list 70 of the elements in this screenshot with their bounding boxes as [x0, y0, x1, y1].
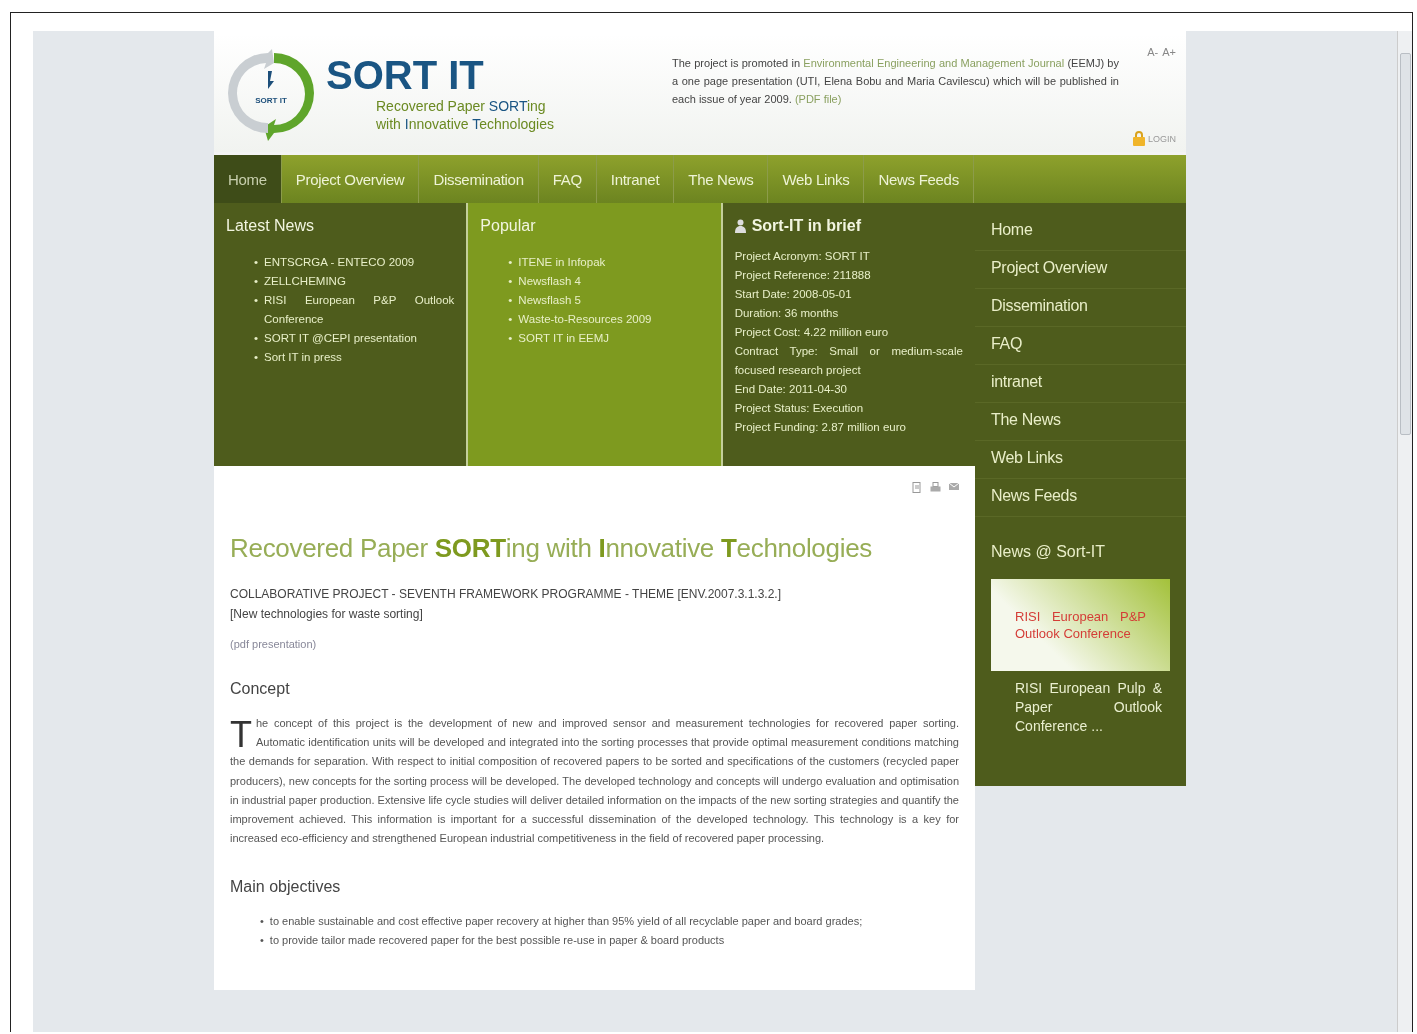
list-bullet: •: [254, 255, 259, 270]
sidebar-link[interactable]: Project Overview: [975, 251, 1186, 289]
list-bullet: •: [254, 350, 259, 365]
list-bullet: •: [260, 914, 264, 930]
panel-title: Popular: [480, 217, 537, 235]
popular-link[interactable]: SORT IT in EEMJ: [518, 329, 709, 348]
article-subtitle: [New technologies for waste sorting]: [230, 606, 424, 623]
brief-line: Start Date: 2008-05-01: [734, 287, 853, 302]
brief-line: Project Status: Execution: [734, 401, 865, 416]
panel-title: Sort-IT in brief: [751, 217, 861, 235]
sidebar-link[interactable]: Web Links: [975, 441, 1186, 479]
brief-line: Project Reference: 211888: [734, 268, 872, 283]
padlock-icon: [1133, 131, 1145, 146]
popular-link[interactable]: ITENE in Infopak: [518, 253, 709, 272]
sidebar-link[interactable]: intranet: [975, 365, 1186, 403]
list-bullet: •: [254, 293, 259, 308]
list-bullet: •: [254, 331, 259, 346]
news-link[interactable]: SORT IT @CEPI presentation: [264, 329, 455, 348]
font-size-button[interactable]: A+: [1162, 46, 1176, 58]
font-size-button[interactable]: A-: [1147, 46, 1159, 58]
pdf-link[interactable]: (pdf presentation): [230, 638, 959, 650]
news-link[interactable]: ENTSCRGA - ENTECO 2009: [264, 253, 455, 272]
brief-line: Project Cost: 4.22 million euro: [734, 325, 890, 340]
tagline: with Innovative Technologies: [376, 115, 555, 133]
section-heading: Main objectives: [230, 878, 342, 897]
sidebar-link[interactable]: FAQ: [975, 327, 1186, 365]
article-title: Recovered Paper SORTing with Innovative Technologies: [230, 533, 874, 564]
panel-title: Latest News: [226, 217, 316, 235]
login-link[interactable]: LOGIN: [1148, 133, 1176, 144]
brief-line: End Date: 2011-04-30: [734, 382, 848, 397]
brief-line: Duration: 36 months: [734, 306, 840, 321]
list-bullet: •: [508, 331, 513, 346]
list-bullet: •: [254, 274, 259, 289]
promo-text: The project is promoted in Environmental Engineering and Management Journal (EEMJ) by a one page presentation (UTI, Elena Bobu and Maria Cavilescu) which will be published in each issue of year 2009. (PDF file): [672, 56, 1119, 106]
sidebar-link[interactable]: Dissemination: [975, 289, 1186, 327]
list-bullet: •: [508, 293, 513, 308]
section-heading: Concept: [230, 680, 291, 698]
sidebar-heading: News @ Sort-IT: [990, 542, 1107, 562]
list-bullet: •: [260, 933, 264, 949]
brief-line: Project Acronym: SORT IT: [734, 249, 871, 264]
news-link[interactable]: ZELLCHEMING: [264, 272, 455, 291]
objective-item: to enable sustainable and cost effective paper recovery at higher than 95% yield of all recyclable paper and board grades;: [269, 914, 863, 930]
news-link[interactable]: Sort IT in press: [264, 348, 455, 367]
news-banner[interactable]: RISI European P&P Outlook Conference: [991, 579, 1170, 671]
pdf-icon[interactable]: [912, 482, 922, 493]
sidebar-link[interactable]: Home: [975, 213, 1186, 251]
print-icon[interactable]: [930, 482, 941, 493]
scrollbar[interactable]: [1397, 31, 1412, 1032]
news-caption[interactable]: RISI European Pulp & Paper Outlook Conference ...: [975, 671, 1186, 736]
article-subtitle: COLLABORATIVE PROJECT - SEVENTH FRAMEWORK PROGRAMME - THEME [ENV.2007.3.1.3.2.]: [230, 586, 783, 603]
list-bullet: •: [508, 312, 513, 327]
list-bullet: •: [508, 274, 513, 289]
nav-tab[interactable]: Home: [214, 155, 282, 203]
list-bullet: •: [508, 255, 513, 270]
email-icon[interactable]: [949, 482, 959, 491]
popular-link[interactable]: Newsflash 4: [518, 272, 709, 291]
news-link[interactable]: RISI European P&P Outlook Conference: [264, 291, 455, 329]
sidebar-link[interactable]: The News: [975, 403, 1186, 441]
sidebar-link[interactable]: News Feeds: [975, 479, 1186, 517]
objective-item: to provide tailor made recovered paper for the best possible re-use in paper & board products: [269, 933, 725, 949]
popular-link[interactable]: Newsflash 5: [518, 291, 709, 310]
popular-link[interactable]: Waste-to-Resources 2009: [518, 310, 709, 329]
promo-link[interactable]: (PDF file): [794, 93, 842, 105]
site-title[interactable]: SORT IT: [326, 53, 658, 97]
logo-text: SORT IT: [255, 95, 287, 105]
brief-line: Project Funding: 2.87 million euro: [734, 420, 907, 435]
user-icon: [734, 219, 746, 233]
promo-link[interactable]: Environmental Engineering and Management Journal: [803, 57, 1065, 69]
tagline: Recovered Paper SORTing: [376, 97, 547, 115]
brief-line: Contract Type: Small or medium-scale focused research project: [734, 344, 963, 378]
